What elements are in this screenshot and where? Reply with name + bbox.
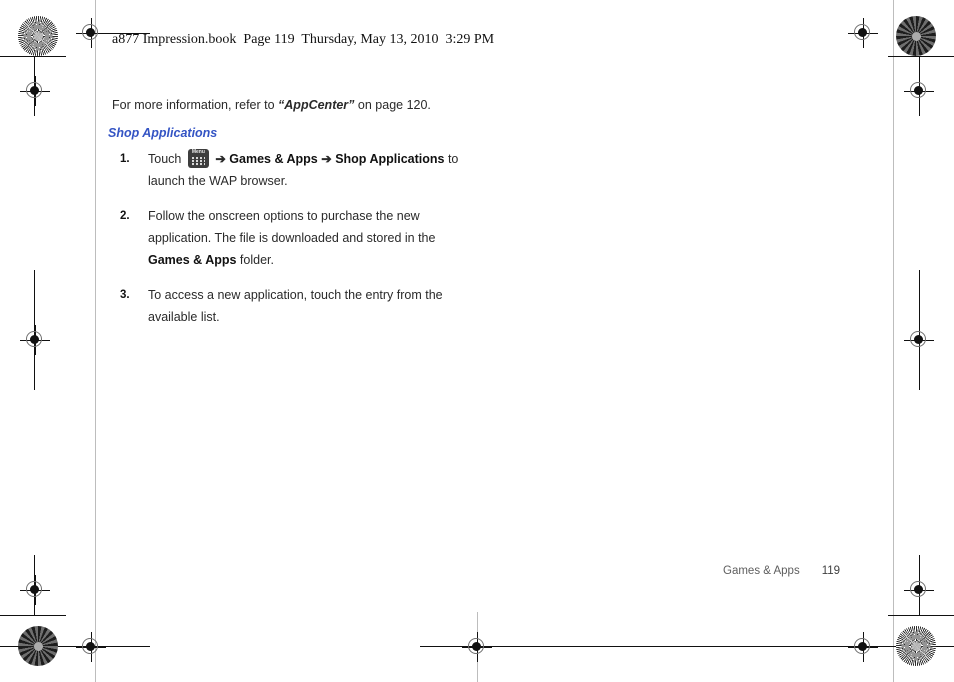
menu-path-games-and-apps: Games & Apps bbox=[229, 152, 318, 166]
procedure-step-1: 1. Touch Menu ➔ Games & Apps ➔ Shop Appli… bbox=[108, 148, 468, 192]
step-2-text-after: folder. bbox=[236, 253, 274, 267]
crop-rule-bottom-center-horizontal-right bbox=[420, 646, 954, 647]
crop-rule-bottom-right-vertical bbox=[919, 555, 920, 615]
footer-chapter-title: Games & Apps bbox=[723, 565, 800, 577]
footer-page-number: 119 bbox=[821, 565, 841, 577]
registration-target-top-right bbox=[848, 18, 878, 48]
trim-line-left bbox=[95, 0, 96, 682]
crop-rule-bottom-right-horizontal bbox=[888, 615, 954, 616]
cross-reference-before: For more information, refer to bbox=[112, 98, 279, 112]
section-heading-shop-applications: Shop Applications bbox=[108, 126, 218, 140]
crop-rule-right-vertical-long bbox=[919, 270, 920, 390]
menu-key-icon: Menu bbox=[187, 149, 209, 168]
print-rosette-top-left bbox=[18, 16, 58, 56]
step-3-text: To access a new application, touch the e… bbox=[148, 288, 443, 324]
step-number: 2. bbox=[120, 210, 130, 222]
crop-rule-top-right-horizontal bbox=[888, 56, 954, 57]
arrow-icon-1: ➔ bbox=[215, 152, 226, 166]
step-number: 1. bbox=[120, 153, 130, 165]
registration-target-left-bottom bbox=[20, 575, 50, 605]
crop-rule-top-left-horizontal bbox=[0, 56, 66, 57]
trim-line-bottom-center bbox=[477, 612, 478, 682]
crop-rule-left-vertical-long bbox=[34, 270, 35, 390]
procedure-step-3: 3. To access a new application, touch the… bbox=[108, 284, 468, 328]
step-1-prefix: Touch bbox=[148, 152, 185, 166]
crop-rule-bottom-left-horizontal bbox=[0, 615, 66, 616]
page-content: For more information, refer to “AppCente… bbox=[108, 96, 468, 341]
registration-target-bottom-right bbox=[848, 632, 878, 662]
registration-target-left-lower bbox=[20, 325, 50, 355]
crop-rule-right-vertical-upper bbox=[919, 56, 920, 116]
crop-rule-bottom-left-vertical bbox=[34, 555, 35, 615]
cross-reference-line: For more information, refer to “AppCente… bbox=[112, 96, 468, 114]
step-2-text-before: Follow the onscreen options to purchase … bbox=[148, 209, 436, 245]
registration-target-bottom-left bbox=[76, 632, 106, 662]
crop-rule-bottom-center-horizontal bbox=[0, 646, 150, 647]
cross-reference-target: “AppCenter” bbox=[278, 98, 355, 112]
trim-line-right bbox=[893, 0, 894, 682]
crop-rule-left-vertical-upper bbox=[34, 76, 35, 116]
procedure-step-list: 1. Touch Menu ➔ Games & Apps ➔ Shop Appli… bbox=[108, 148, 468, 328]
registration-target-left-upper bbox=[20, 76, 50, 106]
procedure-step-2: 2. Follow the onscreen options to purchas… bbox=[108, 205, 468, 271]
menu-key-icon-label: Menu bbox=[191, 149, 205, 155]
folder-name-games-and-apps: Games & Apps bbox=[148, 253, 237, 267]
menu-path-shop-applications: Shop Applications bbox=[335, 152, 445, 166]
arrow-icon-2: ➔ bbox=[321, 152, 332, 166]
book-header-line: a877 Impression.book Page 119 Thursday, … bbox=[112, 32, 495, 47]
print-rosette-top-right bbox=[896, 16, 936, 56]
step-number: 3. bbox=[120, 289, 130, 301]
cross-reference-after: on page 120. bbox=[354, 98, 431, 112]
menu-key-icon-grid bbox=[191, 157, 205, 166]
page-footer: Games & Apps 119 bbox=[723, 565, 840, 577]
